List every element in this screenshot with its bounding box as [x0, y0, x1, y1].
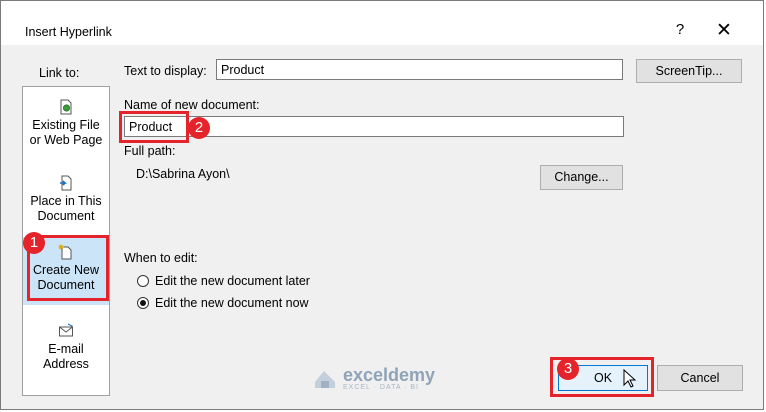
step1-badge: 1 — [23, 232, 45, 254]
edit-now-option[interactable]: Edit the new document now — [137, 296, 309, 310]
step3-badge: 3 — [557, 358, 579, 380]
text-to-display-input[interactable] — [216, 59, 623, 80]
edit-later-label: Edit the new document later — [155, 274, 310, 288]
place-in-document-icon — [60, 175, 72, 191]
watermark-name: exceldemy — [343, 365, 436, 385]
title-bar: Insert Hyperlink ? ✕ — [1, 1, 763, 45]
text-to-display-label: Text to display: — [124, 64, 207, 78]
help-button[interactable]: ? — [671, 21, 689, 38]
watermark-tagline: EXCEL · DATA · BI — [343, 384, 419, 391]
nav-existing-file[interactable]: Existing File or Web Page — [23, 91, 109, 165]
full-path-label: Full path: — [124, 144, 176, 158]
email-icon — [59, 323, 73, 337]
nav-place-label-1: Place in This — [30, 194, 102, 208]
screentip-button[interactable]: ScreenTip... — [636, 59, 742, 83]
exceldemy-logo-icon — [315, 370, 335, 388]
nav-email-label-1: E-mail — [48, 342, 84, 356]
link-to-label: Link to: — [39, 66, 80, 80]
edit-later-option[interactable]: Edit the new document later — [137, 274, 310, 288]
name-of-new-document-label: Name of new document: — [124, 98, 260, 112]
nav-existing-file-label-1: Existing File — [32, 118, 100, 132]
web-page-icon — [60, 99, 72, 115]
nav-email-label-2: Address — [43, 357, 89, 371]
exceldemy-watermark: exceldemy EXCEL · DATA · BI — [313, 366, 435, 391]
mouse-cursor-icon — [623, 369, 637, 388]
step2-badge: 2 — [188, 117, 210, 139]
cancel-button[interactable]: Cancel — [657, 365, 743, 391]
nav-place-in-document[interactable]: Place in This Document — [23, 167, 109, 241]
edit-later-radio[interactable] — [137, 275, 149, 287]
close-button[interactable]: ✕ — [713, 19, 735, 42]
edit-now-label: Edit the new document now — [155, 296, 309, 310]
nav-place-label-2: Document — [37, 209, 95, 223]
dialog-title: Insert Hyperlink — [25, 25, 112, 39]
change-path-button[interactable]: Change... — [540, 165, 623, 190]
nav-email-address[interactable]: E-mail Address — [23, 315, 109, 389]
insert-hyperlink-dialog: Insert Hyperlink ? ✕ Link to: Existing F… — [0, 0, 764, 410]
edit-now-radio[interactable] — [137, 297, 149, 309]
full-path-value: D:\Sabrina Ayon\ — [136, 167, 230, 181]
when-to-edit-label: When to edit: — [124, 251, 198, 265]
step2-highlight — [119, 111, 189, 143]
nav-existing-file-label-2: or Web Page — [29, 133, 103, 147]
